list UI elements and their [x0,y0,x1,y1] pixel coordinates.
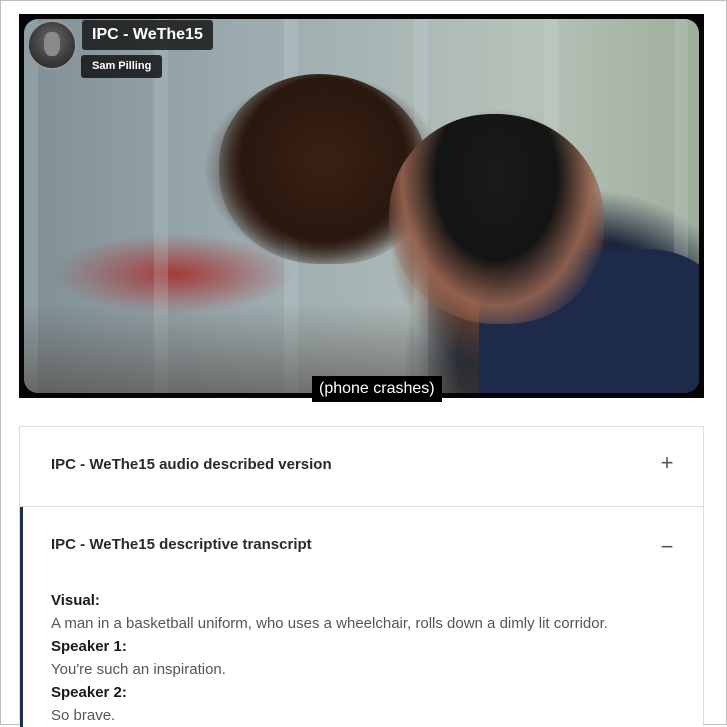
plus-icon[interactable]: + [657,452,677,474]
video-title[interactable]: IPC - WeThe15 [82,20,213,50]
avatar-icon [44,32,60,56]
person-head [389,114,604,324]
transcript-speaker: Visual: [51,592,100,609]
channel-avatar[interactable] [27,20,77,70]
transcript-text: A man in a basketball uniform, who uses … [51,615,608,632]
transcript-text: You're such an inspiration. [51,661,226,678]
accordion-title[interactable]: IPC - WeThe15 descriptive transcript [51,536,312,553]
transcript-speaker: Speaker 2: [51,684,127,701]
transcript-speaker: Speaker 1: [51,638,127,655]
video-author[interactable]: Sam Pilling [81,55,163,78]
accordion: IPC - WeThe15 audio described version + … [19,426,704,727]
minus-icon[interactable]: − [657,536,677,558]
accordion-item-audio-described[interactable]: IPC - WeThe15 audio described version + [20,427,703,507]
accordion-title[interactable]: IPC - WeThe15 audio described version [51,456,332,473]
video-caption: (phone crashes) [312,376,442,402]
transcript-text: So brave. [51,707,116,724]
transcript-body: Visual: A man in a basketball uniform, w… [51,589,671,727]
accordion-item-transcript[interactable]: IPC - WeThe15 descriptive transcript − V… [20,507,703,727]
